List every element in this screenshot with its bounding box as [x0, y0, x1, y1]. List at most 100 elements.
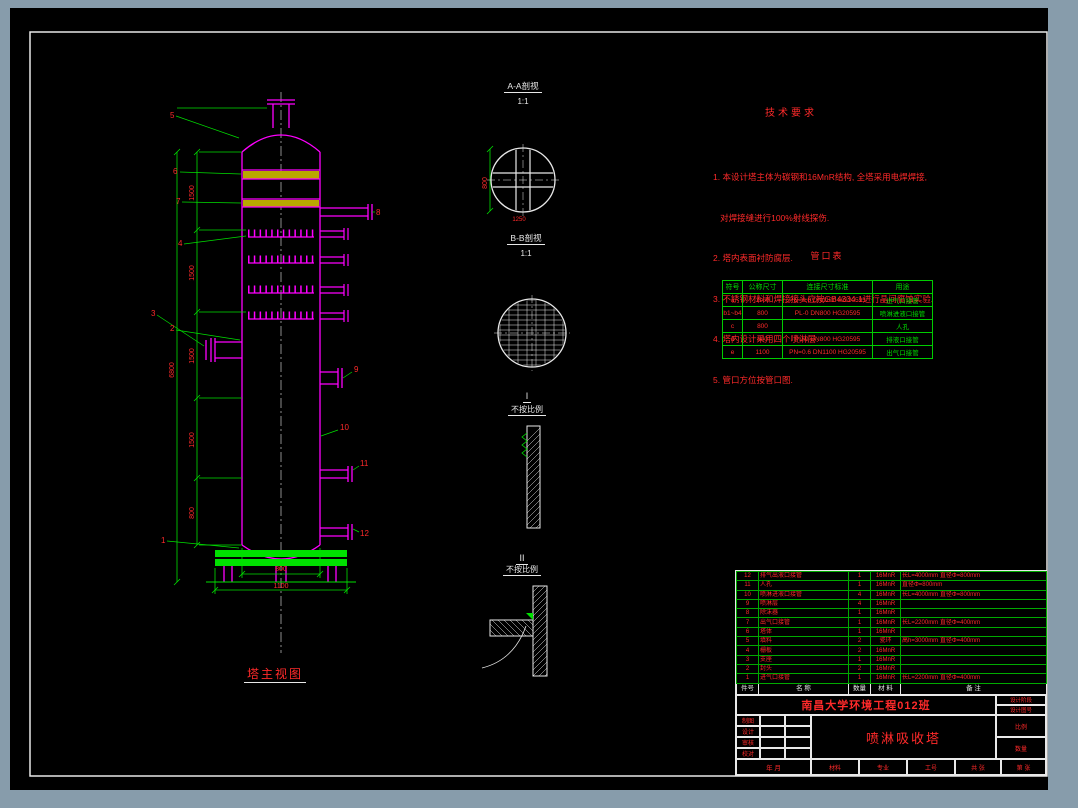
nozzle-table-title: 管口表 — [810, 251, 844, 261]
date-label: 年 月 — [736, 759, 811, 775]
parts-list-cell: 1 — [848, 580, 871, 591]
parts-list-cell: 16MnR — [870, 654, 901, 665]
parts-list-cell: 人孔 — [758, 580, 849, 591]
parts-list-cell — [900, 626, 1047, 638]
svg-text:6: 6 — [173, 167, 178, 176]
parts-list-cell: 8 — [736, 608, 759, 619]
total-sheets-label: 共 张 — [955, 759, 1001, 775]
nozzle-table-cell: 进气口接管 — [872, 293, 933, 307]
nozzle-table: 符号 公称尺寸 连接尺寸标准 用途 a 1100 PN=0.6 DN1100 HG20595… — [722, 280, 933, 359]
parts-list-header: 名 称 — [758, 682, 849, 695]
detail-2-note: 不按比例 — [472, 565, 572, 576]
parts-list-cell: 16MnR — [870, 645, 901, 656]
parts-list-cell: 除沫器 — [758, 608, 849, 619]
nozzle-table-header: 符号 — [722, 280, 743, 294]
tech-line: 1. 本设计塔主体为碳钢和16MnR结构, 全塔采用电焊焊接, — [713, 172, 927, 182]
parts-list-cell: 1 — [848, 654, 871, 665]
nozzle-table-cell: 出气口接管 — [872, 345, 933, 359]
parts-list-cell: 进气口接管 — [758, 673, 849, 684]
nozzle-table-cell: 800 — [742, 332, 783, 346]
parts-list-cell: 喷淋进液口接管 — [758, 589, 849, 600]
parts-list-header: 数量 — [848, 682, 871, 695]
detail-2-figure — [481, 585, 548, 677]
parts-list-cell — [900, 645, 1047, 656]
parts-list-header: 件号 — [736, 682, 759, 695]
parts-list-cell: 4 — [848, 589, 871, 600]
parts-list-header: 材 料 — [870, 682, 901, 695]
tower-support — [215, 550, 347, 566]
nozzle-table-cell: PN=0.6 DN1100 HG20595 — [782, 345, 873, 359]
svg-text:3: 3 — [151, 309, 156, 318]
parts-list-cell: 封头 — [758, 663, 849, 675]
parts-list-cell: 12 — [736, 570, 759, 582]
sign-cell — [760, 748, 785, 759]
parts-list-cell: 4 — [736, 645, 759, 656]
parts-list-cell: 塔体 — [758, 626, 849, 638]
nozzle-table-cell: 排液口接管 — [872, 332, 933, 346]
parts-list-cell: 2 — [848, 663, 871, 675]
parts-list-cell: 1 — [736, 673, 759, 684]
parts-list-cell: 4 — [848, 598, 871, 610]
major-label: 专业 — [859, 759, 907, 775]
detail-1-note: 不按比例 — [477, 405, 577, 416]
parts-list-cell: 11 — [736, 580, 759, 591]
tech-requirements-text: 1. 本设计塔主体为碳钢和16MnR结构, 全塔采用电焊焊接, 对焊接缝进行10… — [713, 144, 1033, 414]
svg-text:1500: 1500 — [189, 432, 196, 448]
parts-list-cell: 16MnR — [870, 608, 901, 619]
svg-text:800: 800 — [482, 177, 489, 189]
nozzle-table-header: 连接尺寸标准 — [782, 280, 873, 294]
nozzle-table-cell: b1~b4 — [722, 306, 743, 320]
detail-1-figure — [521, 425, 541, 529]
sign-row-label: 审核 — [736, 737, 760, 748]
parts-list-cell: 16MnR — [870, 580, 901, 591]
drawing-sheet: 5 6 7 4 3 2 1 8 9 10 11 12 1500 1500 150… — [10, 8, 1048, 790]
tech-line: 对焊接缝进行100%射线探伤. — [713, 212, 830, 223]
parts-list-cell: 栅板 — [758, 645, 849, 656]
parts-list-cell: 长L=2200mm 直径Φ=400mm — [900, 617, 1047, 628]
nozzle-table-cell: PN=0.6 DN1100 HG20595 — [782, 293, 873, 307]
view-scale-bb: 1:1 — [520, 249, 532, 258]
tech-line: 5. 管口方位按管口图. — [713, 374, 793, 385]
sign-cell — [760, 737, 785, 748]
nozzle-table-cell: 1100 — [742, 293, 783, 307]
title-block: 12 排气出液口接管 1 16MnR 长L=4000mm 直径Φ=800mm 11 人孔 1 1… — [735, 570, 1047, 776]
job-number-label: 工号 — [907, 759, 955, 775]
parts-list-cell: 排气出液口接管 — [758, 570, 849, 582]
nozzle-table-cell: 800 — [742, 319, 783, 333]
svg-text:1500: 1500 — [189, 185, 196, 201]
sign-row-label: 设计 — [736, 726, 760, 737]
parts-list-cell: 10 — [736, 589, 759, 600]
parts-list-cell — [900, 654, 1047, 665]
svg-text:6800: 6800 — [169, 362, 176, 378]
nozzle-table-cell: e — [722, 345, 743, 359]
date-cell — [785, 715, 811, 726]
balloon-leaders — [156, 115, 375, 549]
svg-text:1500: 1500 — [189, 348, 196, 364]
sign-cell — [760, 726, 785, 737]
parts-list-cell: 2 — [848, 636, 871, 647]
parts-list-cell: 1 — [848, 673, 871, 684]
sign-row-label: 校对 — [736, 748, 760, 759]
parts-list-cell: 支座 — [758, 654, 849, 665]
parts-list-cell: 16MnR — [870, 673, 901, 684]
parts-list-cell: 16MnR — [870, 598, 901, 610]
nozzle-table-cell: PL-0 DN800 HG20595 — [782, 306, 873, 320]
quantity-label: 数量 — [996, 737, 1046, 759]
main-view-title: 塔主视图 — [215, 667, 335, 683]
nozzle-table-cell: c — [722, 319, 743, 333]
school-name: 南昌大学环境工程012班 — [736, 695, 996, 715]
parts-list-cell: 直径Φ=800mm — [900, 580, 1047, 591]
parts-list-cell — [900, 598, 1047, 610]
svg-text:1250: 1250 — [512, 217, 526, 223]
date-cell — [785, 726, 811, 737]
detail-1-label: I — [477, 391, 577, 403]
parts-list-cell: 6 — [736, 626, 759, 638]
parts-list-cell: 16MnR — [870, 626, 901, 638]
parts-list-cell: 出气口接管 — [758, 617, 849, 628]
cad-screenshot: 5 6 7 4 3 2 1 8 9 10 11 12 1500 1500 150… — [0, 0, 1078, 808]
parts-list-cell: 喷淋层 — [758, 598, 849, 610]
svg-text:800: 800 — [189, 507, 196, 519]
detail-2-label: II — [472, 553, 572, 565]
nozzle-table-header: 公称尺寸 — [742, 280, 783, 294]
parts-list-cell: 1 — [848, 608, 871, 619]
